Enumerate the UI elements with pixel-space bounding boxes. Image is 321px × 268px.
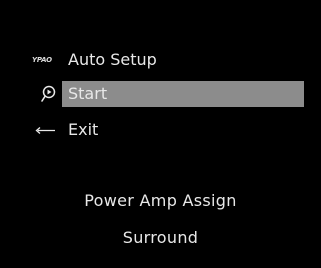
menu-title-label: Auto Setup (68, 50, 157, 69)
menu-item-start[interactable]: Start (0, 81, 321, 107)
menu-item-label: Exit (68, 120, 99, 139)
measure-icon (32, 81, 60, 107)
back-arrow-icon (32, 117, 60, 143)
ypao-logo-icon: YPAO (32, 56, 52, 64)
info-line-1: Power Amp Assign (84, 191, 237, 210)
menu-item-exit[interactable]: Exit (0, 117, 321, 143)
info-line-2: Surround (122, 228, 199, 247)
menu-item-label: Start (68, 84, 108, 103)
setup-screen: YPAO Auto Setup Start Exit Power Amp Ass… (0, 0, 321, 268)
menu-title: YPAO Auto Setup (0, 47, 321, 73)
